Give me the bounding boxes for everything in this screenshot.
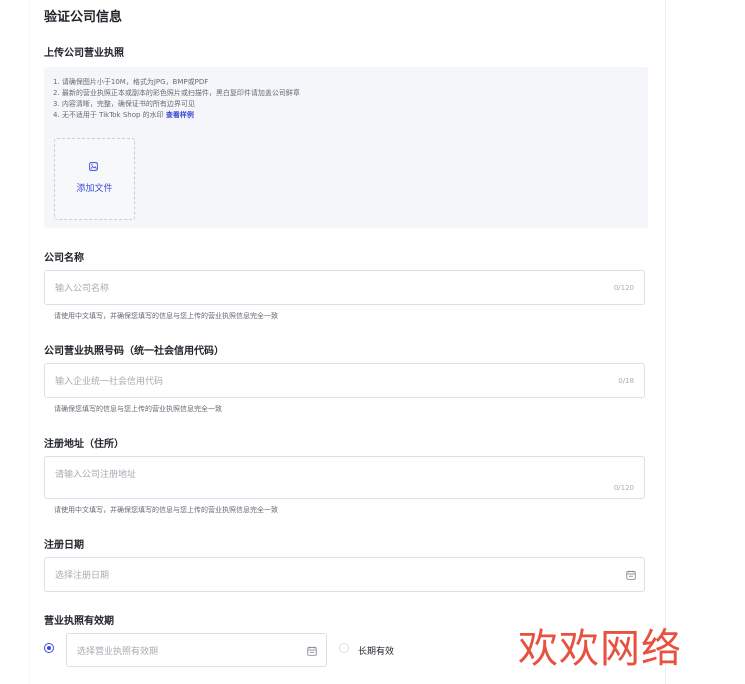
license-number-placeholder: 输入企业统一社会信用代码	[55, 377, 164, 387]
requirement-2: 2. 最新的营业执照正本或副本的彩色照片或扫描件，黑白复印件请加盖公司鲜章	[53, 89, 300, 97]
address-hint: 请使用中文填写，并确保您填写的信息与您上传的营业执照信息完全一致	[54, 506, 278, 514]
requirement-4-row: 4. 无不适用于 TikTok Shop 的水印 查看样例	[53, 110, 194, 120]
company-name-input[interactable]: 输入公司名称 0/120	[44, 270, 645, 305]
reg-date-label: 注册日期	[44, 540, 84, 551]
license-number-counter: 0/18	[618, 377, 634, 385]
upload-license-label: 上传公司营业执照	[44, 48, 124, 59]
requirement-1: 1. 请确保图片小于10M，格式为JPG，BMP或PDF	[53, 78, 209, 86]
address-textarea[interactable]: 请输入公司注册地址 0/120	[44, 456, 645, 499]
company-name-counter: 0/120	[613, 284, 634, 292]
address-counter: 0/120	[613, 484, 634, 492]
company-name-placeholder: 输入公司名称	[55, 284, 110, 294]
add-file-button[interactable]: 添加文件	[54, 138, 135, 220]
license-number-label: 公司营业执照号码（统一社会信用代码）	[44, 346, 224, 357]
address-label: 注册地址（住所）	[44, 439, 124, 450]
watermark-text: 欢欢网络	[518, 626, 682, 672]
page-title: 验证公司信息	[44, 10, 123, 25]
requirement-4: 4. 无不适用于 TikTok Shop 的水印	[53, 111, 164, 119]
reg-date-placeholder: 选择注册日期	[55, 571, 110, 581]
add-file-label: 添加文件	[76, 184, 113, 194]
address-placeholder: 请输入公司注册地址	[55, 470, 137, 480]
validity-label: 营业执照有效期	[44, 616, 114, 627]
calendar-icon	[626, 570, 636, 580]
license-number-hint: 请确保您填写的信息与您上传的营业执照信息完全一致	[54, 405, 222, 413]
validity-date-radio[interactable]	[44, 643, 54, 653]
company-name-hint: 请使用中文填写，并确保您填写的信息与您上传的营业执照信息完全一致	[54, 312, 278, 320]
calendar-icon	[307, 646, 317, 656]
upload-area: 1. 请确保图片小于10M，格式为JPG，BMP或PDF 2. 最新的营业执照正…	[44, 67, 648, 228]
validity-date-picker[interactable]: 选择营业执照有效期	[66, 633, 327, 667]
license-number-input[interactable]: 输入企业统一社会信用代码 0/18	[44, 363, 645, 398]
image-file-icon	[89, 162, 98, 171]
long-term-label: 长期有效	[358, 647, 395, 657]
company-name-label: 公司名称	[44, 253, 84, 264]
requirement-3: 3. 内容清晰，完整，确保证书的所有边界可见	[53, 100, 195, 108]
reg-date-picker[interactable]: 选择注册日期	[44, 557, 645, 592]
long-term-radio[interactable]	[339, 643, 349, 653]
verification-panel: 验证公司信息 上传公司营业执照 1. 请确保图片小于10M，格式为JPG，BMP…	[30, 0, 665, 684]
validity-placeholder: 选择营业执照有效期	[77, 647, 159, 657]
view-sample-link[interactable]: 查看样例	[166, 111, 194, 119]
